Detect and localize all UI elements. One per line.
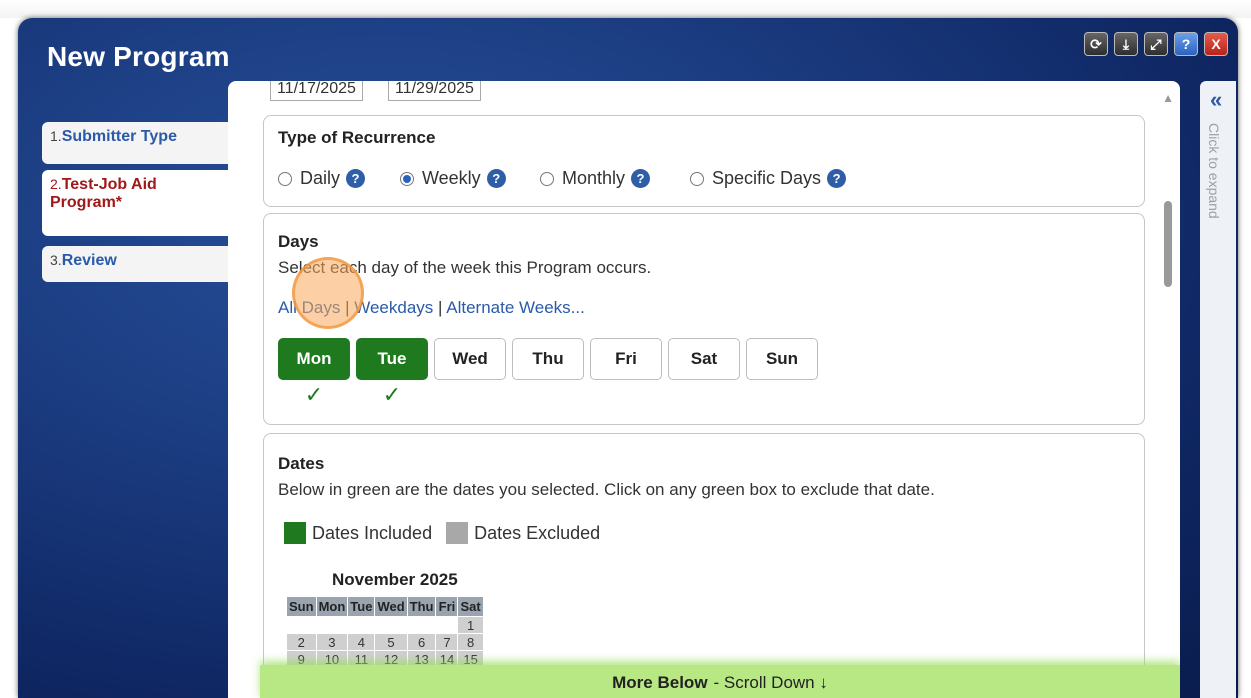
dates-panel: Dates Below in green are the dates you s…	[263, 433, 1145, 698]
weekdays-link[interactable]: Weekdays	[354, 298, 433, 317]
new-program-dialog: New Program ⟳ ⤓ ⤢ ? X 1.Submitter Type 2…	[18, 18, 1238, 698]
help-icon[interactable]: ?	[486, 169, 506, 188]
click-to-expand-label: Click to expand	[1206, 123, 1222, 219]
click-highlight	[292, 257, 364, 329]
window-controls: ⟳ ⤓ ⤢ ? X	[1084, 32, 1228, 56]
dates-description: Below in green are the dates you selecte…	[278, 480, 935, 499]
radio-daily[interactable]: Daily?	[278, 168, 366, 189]
excluded-swatch	[446, 522, 469, 544]
radio-circle	[540, 171, 554, 186]
days-panel: Days Select each day of the week this Pr…	[263, 213, 1145, 425]
expand-side-tab[interactable]: « Click to expand	[1200, 81, 1236, 698]
alternate-weeks-link[interactable]: Alternate Weeks...	[446, 298, 585, 317]
day-button-sun[interactable]: Sun	[746, 338, 818, 380]
radio-monthly[interactable]: Monthly?	[540, 168, 651, 189]
day-button-wed[interactable]: Wed	[434, 338, 506, 380]
browser-top-bar	[0, 0, 1251, 18]
start-date-field[interactable]: 11/17/2025	[270, 81, 363, 101]
radio-circle	[400, 171, 414, 186]
nav-item-label: Review	[61, 252, 117, 269]
check-icon: ✓	[304, 382, 324, 407]
calendar-day: 7	[435, 633, 459, 651]
chevron-left-icon[interactable]: «	[1210, 87, 1222, 113]
help-icon-button[interactable]: ?	[1174, 32, 1198, 56]
recurrence-title: Type of Recurrence	[278, 128, 436, 147]
scroll-up-icon[interactable]: ▲	[1162, 91, 1174, 105]
vertical-scrollbar[interactable]: ▲	[1162, 91, 1174, 691]
radio-circle	[278, 171, 292, 186]
help-icon[interactable]: ?	[346, 169, 366, 188]
calendar-day: 2	[286, 633, 317, 651]
end-date-field[interactable]: 11/29/2025	[388, 81, 481, 101]
dialog-title: New Program	[47, 41, 230, 72]
dates-title: Dates	[278, 454, 325, 473]
refresh-icon[interactable]: ⟳	[1084, 32, 1108, 56]
calendar-month-title: November 2025	[332, 570, 458, 589]
nav-item-review[interactable]: 3.Review	[42, 246, 229, 282]
nav-item-submitter-type[interactable]: 1.Submitter Type	[42, 122, 229, 164]
dates-legend: Dates Included Dates Excluded	[284, 522, 600, 544]
day-button-tue[interactable]: Tue	[356, 338, 428, 380]
nav-item-label: Test-Job Aid Program*	[50, 176, 157, 211]
day-button-mon[interactable]: Mon	[278, 338, 350, 380]
calendar-day: 5	[374, 633, 408, 651]
calendar-day: 6	[406, 633, 437, 651]
close-button[interactable]: X	[1204, 32, 1228, 56]
radio-weekly[interactable]: Weekly?	[400, 168, 506, 189]
help-icon[interactable]: ?	[631, 169, 651, 188]
day-button-fri[interactable]: Fri	[590, 338, 662, 380]
nav-item-label: Submitter Type	[61, 128, 177, 145]
expand-icon[interactable]: ⤢	[1144, 32, 1168, 56]
main-content: 11/17/2025 11/29/2025 Type of Recurrence…	[228, 81, 1180, 698]
more-below-banner: More Below - Scroll Down ↓	[260, 665, 1180, 698]
scroll-thumb[interactable]	[1164, 201, 1172, 287]
check-icon: ✓	[382, 382, 402, 407]
included-swatch	[284, 522, 306, 544]
calendar-day: 8	[457, 633, 484, 651]
nav-item-test-job-aid-program[interactable]: 2.Test-Job Aid Program*	[42, 170, 229, 236]
calendar-day: 1	[457, 616, 484, 634]
day-button-thu[interactable]: Thu	[512, 338, 584, 380]
radio-specific-days[interactable]: Specific Days?	[690, 168, 847, 189]
calendar-day: 3	[315, 633, 349, 651]
radio-circle	[690, 171, 704, 186]
day-button-sat[interactable]: Sat	[668, 338, 740, 380]
download-icon[interactable]: ⤓	[1114, 32, 1138, 56]
help-icon[interactable]: ?	[827, 169, 847, 188]
recurrence-panel: Type of Recurrence Daily? Weekly? Monthl…	[263, 115, 1145, 207]
calendar-day: 4	[347, 633, 376, 651]
days-title: Days	[278, 232, 319, 251]
